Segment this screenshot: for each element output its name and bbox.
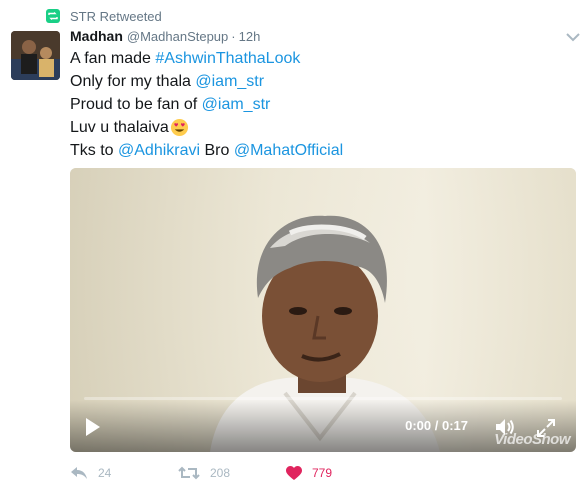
tweet-line: Luv u thalaiva xyxy=(70,116,570,139)
mention-link[interactable]: @iam_str xyxy=(195,70,264,93)
tweet-header: Madhan @MadhanStepup · 12h xyxy=(70,28,260,46)
tweet-line-text: Luv u thalaiva xyxy=(70,119,169,136)
retweet-count: 208 xyxy=(210,466,231,480)
tweet-line-text: Only for my thala xyxy=(70,73,196,90)
tweet-line-text: Bro xyxy=(200,142,234,159)
tweet-line-text: Tks to xyxy=(70,142,119,159)
play-icon[interactable] xyxy=(84,416,102,438)
tweet-line: Only for my thala @iam_str xyxy=(70,70,570,93)
tweet-line-text: Proud to be fan of xyxy=(70,96,202,113)
video-time-readout: 0:00 / 0:17 xyxy=(405,418,468,433)
video-progress-bar[interactable] xyxy=(84,397,562,400)
retweet-button[interactable]: 208 xyxy=(178,462,286,484)
tweet-actions: 24 208 779 xyxy=(70,462,332,484)
like-button[interactable]: 779 xyxy=(286,462,332,484)
tweet-line: Proud to be fan of @iam_str xyxy=(70,93,570,116)
tweet-line: A fan made #AshwinThathaLook xyxy=(70,47,570,70)
hashtag-link[interactable]: #AshwinThathaLook xyxy=(155,47,300,70)
tweet-line: Tks to @Adhikravi Bro @MahatOfficial xyxy=(70,139,570,162)
video-watermark: VideoShow xyxy=(494,431,570,448)
heart-icon xyxy=(286,465,302,480)
heart-eyes-emoji-icon xyxy=(170,118,188,137)
retweet-action-icon xyxy=(178,466,200,480)
retweet-context: STR Retweeted xyxy=(46,7,162,25)
reply-count: 24 xyxy=(98,466,112,480)
tweet-line-text: A fan made xyxy=(70,50,156,67)
avatar[interactable] xyxy=(11,31,60,80)
chevron-down-icon[interactable] xyxy=(566,32,580,42)
reply-button[interactable]: 24 xyxy=(70,462,178,484)
timestamp[interactable]: 12h xyxy=(239,29,261,44)
mention-link[interactable]: @iam_str xyxy=(202,93,271,116)
like-count: 779 xyxy=(312,466,333,480)
author-name[interactable]: Madhan xyxy=(70,28,123,44)
reply-icon xyxy=(71,467,87,479)
tweet-text: A fan made #AshwinThathaLook Only for my… xyxy=(70,47,570,162)
mention-link[interactable]: @MahatOfficial xyxy=(234,139,343,162)
author-handle[interactable]: @MadhanStepup xyxy=(127,29,228,44)
video-player[interactable]: 0:00 / 0:17 VideoShow xyxy=(70,168,576,452)
retweet-icon xyxy=(46,9,60,23)
mention-link[interactable]: @Adhikravi xyxy=(118,139,200,162)
retweet-context-label[interactable]: STR Retweeted xyxy=(70,9,162,24)
timestamp-separator: · xyxy=(231,29,236,44)
